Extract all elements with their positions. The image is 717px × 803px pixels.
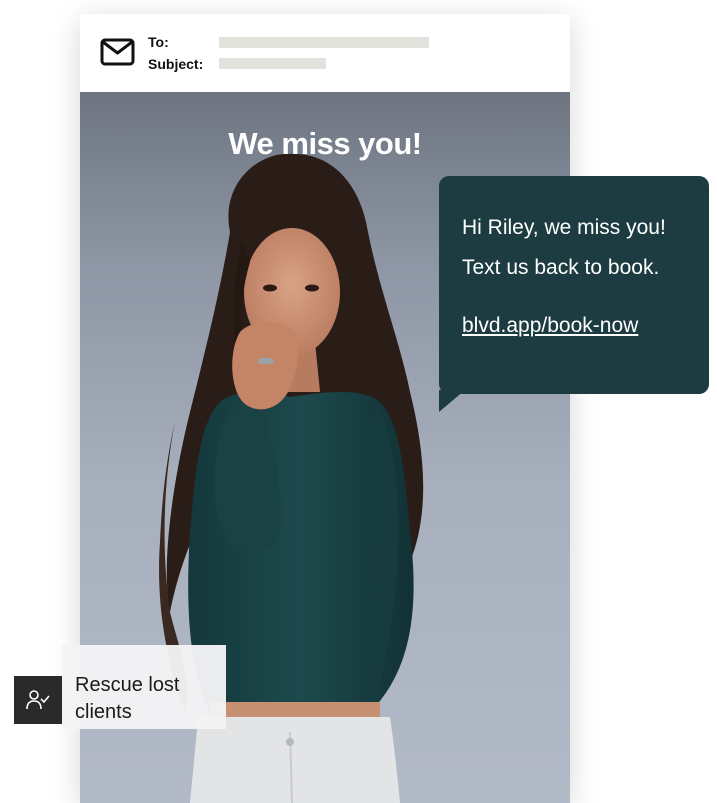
badge-label: Rescue lost clients — [75, 674, 180, 723]
sms-message-line: Text us back to book. — [462, 256, 660, 279]
badge-icon-box — [14, 676, 62, 724]
sms-bubble: Hi Riley, we miss you! Text us back to b… — [439, 176, 709, 394]
to-label: To: — [148, 34, 169, 50]
subject-placeholder-bar — [219, 58, 326, 69]
user-check-icon — [26, 690, 50, 710]
hero-title: We miss you! — [228, 126, 422, 161]
sms-bubble-tail — [439, 390, 465, 412]
feature-badge: Rescue lost clients — [14, 645, 226, 729]
subject-label: Subject: — [148, 56, 204, 72]
sms-message-line: Hi Riley, we miss you! — [462, 216, 666, 239]
mail-icon — [100, 38, 135, 66]
booking-link[interactable]: blvd.app/book-now — [462, 314, 638, 338]
email-header: To: Subject: — [80, 14, 570, 92]
marketing-illustration: To: Subject: We miss you! Hi Riley, we m… — [0, 0, 717, 803]
to-placeholder-bar — [219, 37, 429, 48]
